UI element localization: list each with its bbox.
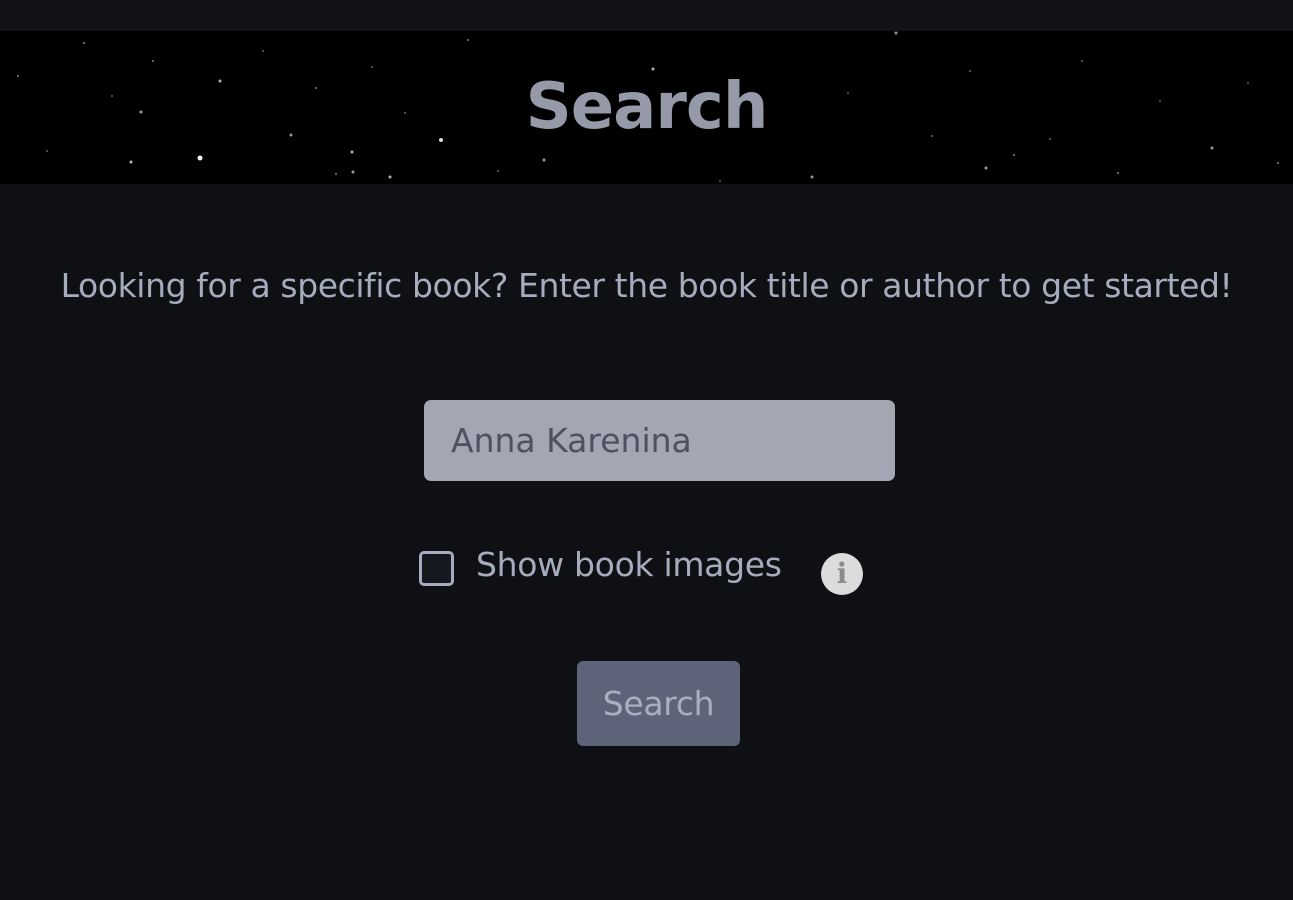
header-banner: Search [0,31,1293,184]
top-strip [0,0,1293,31]
search-button[interactable]: Search [577,661,740,746]
show-images-label[interactable]: Show book images [476,543,782,587]
show-images-option: Show book images i [419,543,879,595]
intro-text: Looking for a specific book? Enter the b… [60,266,1233,305]
info-icon[interactable]: i [821,553,863,595]
show-images-checkbox[interactable] [419,551,454,586]
page-title: Search [525,70,769,144]
search-input[interactable] [424,400,895,481]
